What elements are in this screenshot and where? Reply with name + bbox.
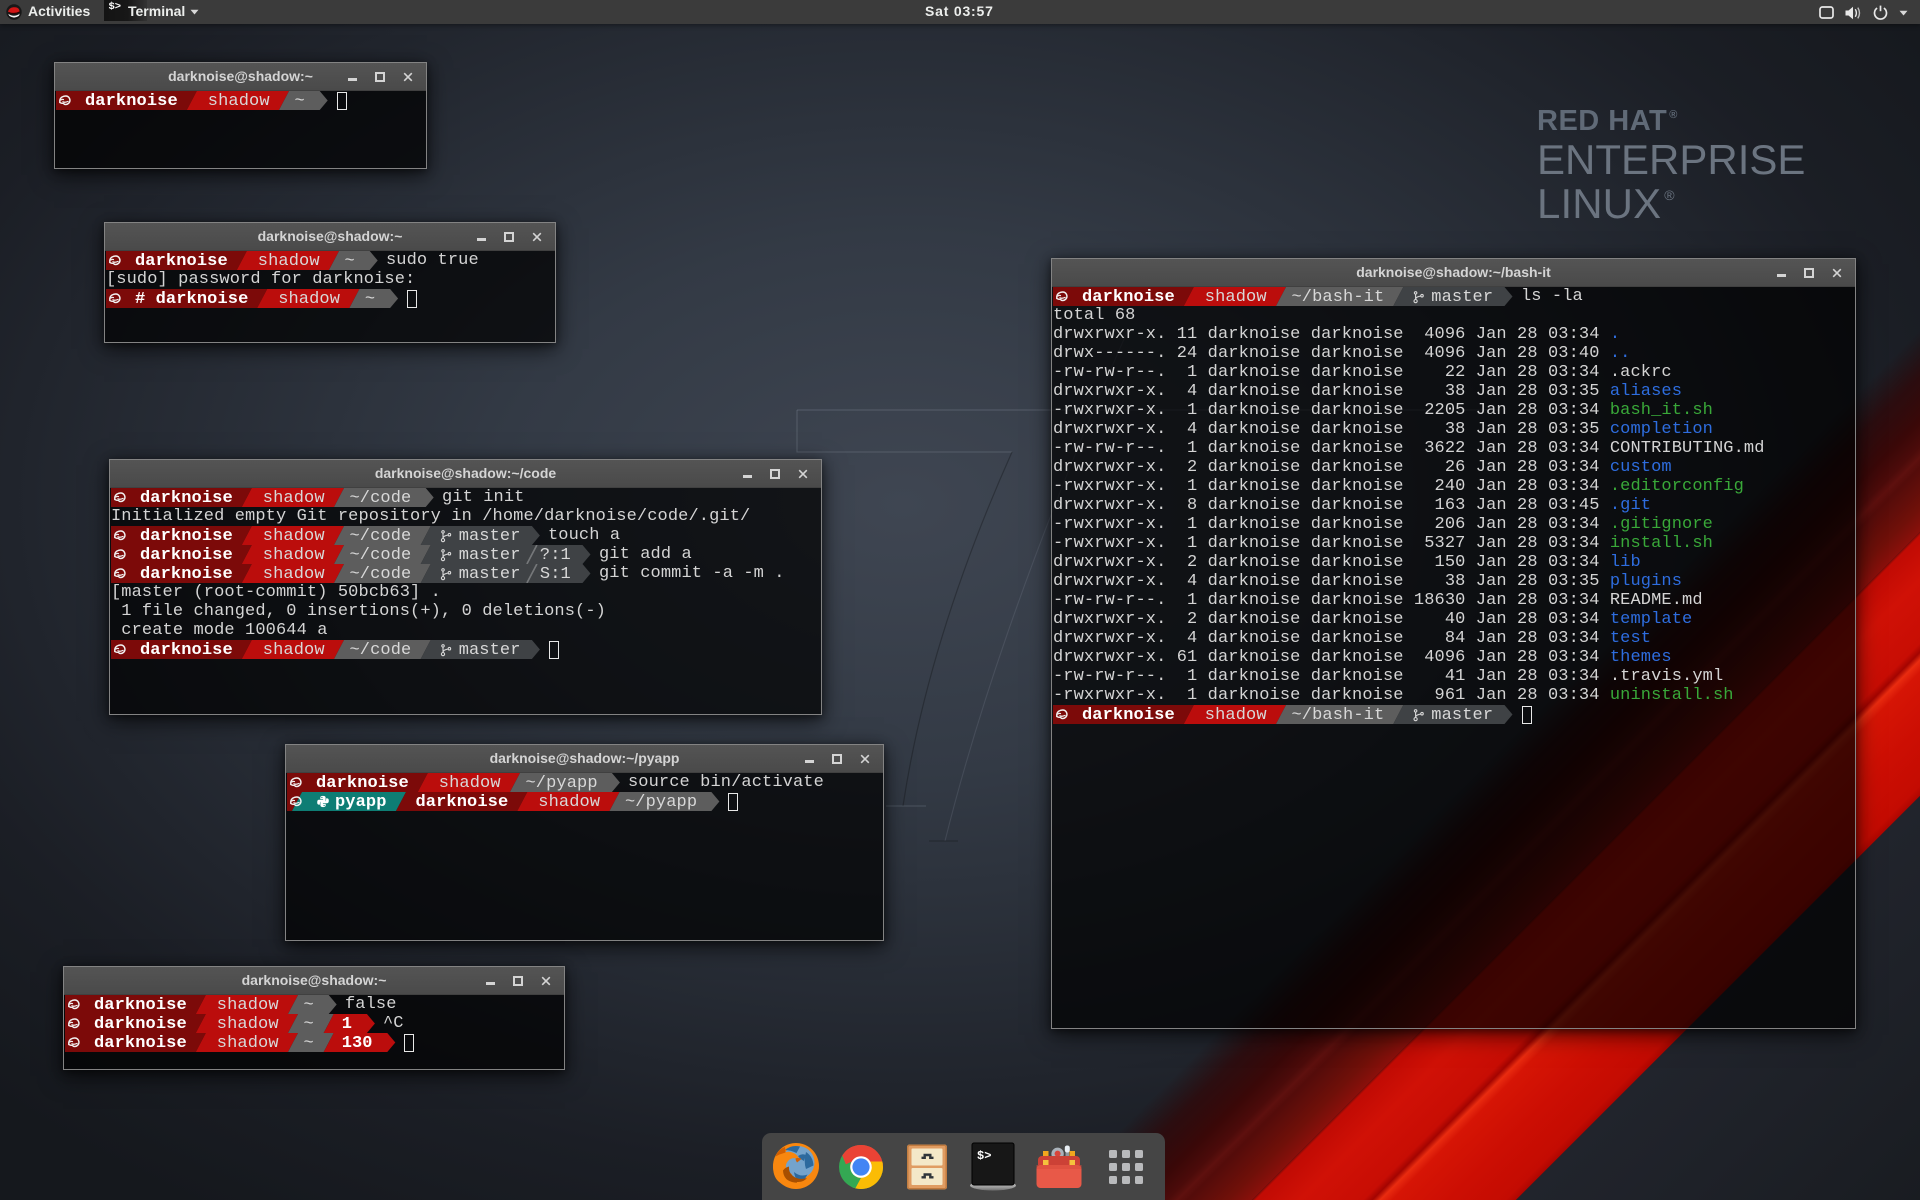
- svg-text:pyapp: pyapp: [335, 793, 387, 811]
- svg-text:shadow: shadow: [217, 1015, 280, 1033]
- svg-text:darknoise: darknoise: [94, 996, 187, 1014]
- svg-text:master: master: [1431, 288, 1493, 306]
- svg-text:~: ~: [304, 1034, 314, 1052]
- svg-text:master: master: [459, 527, 521, 545]
- svg-text:darknoise: darknoise: [1082, 706, 1175, 724]
- svg-text:~/bash-it: ~/bash-it: [1292, 288, 1385, 306]
- svg-text:darknoise: darknoise: [140, 489, 233, 507]
- svg-text:~/pyapp: ~/pyapp: [526, 774, 598, 792]
- svg-text:# darknoise: # darknoise: [135, 290, 248, 308]
- svg-text:shadow: shadow: [278, 290, 341, 308]
- svg-text:shadow: shadow: [263, 641, 326, 659]
- svg-text:shadow: shadow: [538, 793, 601, 811]
- svg-text:shadow: shadow: [1205, 706, 1268, 724]
- svg-text:darknoise: darknoise: [94, 1015, 187, 1033]
- svg-text:~/bash-it: ~/bash-it: [1292, 706, 1385, 724]
- svg-text:shadow: shadow: [1205, 288, 1268, 306]
- svg-text:darknoise: darknoise: [135, 252, 228, 270]
- svg-text:shadow: shadow: [263, 527, 326, 545]
- svg-text:~/code: ~/code: [350, 641, 412, 659]
- svg-text:~/code: ~/code: [350, 565, 412, 583]
- svg-text:?:1: ?:1: [540, 546, 571, 564]
- svg-text:shadow: shadow: [263, 546, 326, 564]
- svg-text:darknoise: darknoise: [1082, 288, 1175, 306]
- svg-text:~/code: ~/code: [350, 546, 412, 564]
- svg-text:~: ~: [304, 996, 314, 1014]
- svg-text:~/pyapp: ~/pyapp: [625, 793, 697, 811]
- svg-text:shadow: shadow: [208, 92, 271, 110]
- svg-text:darknoise: darknoise: [140, 546, 233, 564]
- svg-text:master: master: [1431, 706, 1493, 724]
- svg-text:shadow: shadow: [263, 565, 326, 583]
- svg-text:master: master: [459, 546, 521, 564]
- svg-text:130: 130: [342, 1034, 373, 1052]
- svg-text:darknoise: darknoise: [316, 774, 409, 792]
- svg-text:darknoise: darknoise: [140, 527, 233, 545]
- svg-text:~: ~: [345, 252, 355, 270]
- svg-text:shadow: shadow: [217, 996, 280, 1014]
- svg-text:$>: $>: [109, 1, 122, 13]
- svg-text:darknoise: darknoise: [85, 92, 178, 110]
- svg-text:shadow: shadow: [258, 252, 321, 270]
- svg-text:1: 1: [342, 1015, 352, 1033]
- svg-text:shadow: shadow: [263, 489, 326, 507]
- svg-text:~: ~: [304, 1015, 314, 1033]
- svg-text:S:1: S:1: [540, 565, 571, 583]
- svg-text:master: master: [459, 641, 521, 659]
- svg-text:~/code: ~/code: [350, 489, 412, 507]
- svg-text:master: master: [459, 565, 521, 583]
- svg-text:shadow: shadow: [439, 774, 502, 792]
- svg-text:~: ~: [295, 92, 305, 110]
- svg-text:darknoise: darknoise: [140, 641, 233, 659]
- svg-text:~/code: ~/code: [350, 527, 412, 545]
- svg-text:shadow: shadow: [217, 1034, 280, 1052]
- svg-text:darknoise: darknoise: [94, 1034, 187, 1052]
- svg-text:darknoise: darknoise: [416, 793, 509, 811]
- svg-text:$>: $>: [977, 1149, 991, 1163]
- svg-text:~: ~: [365, 290, 375, 308]
- svg-text:darknoise: darknoise: [140, 565, 233, 583]
